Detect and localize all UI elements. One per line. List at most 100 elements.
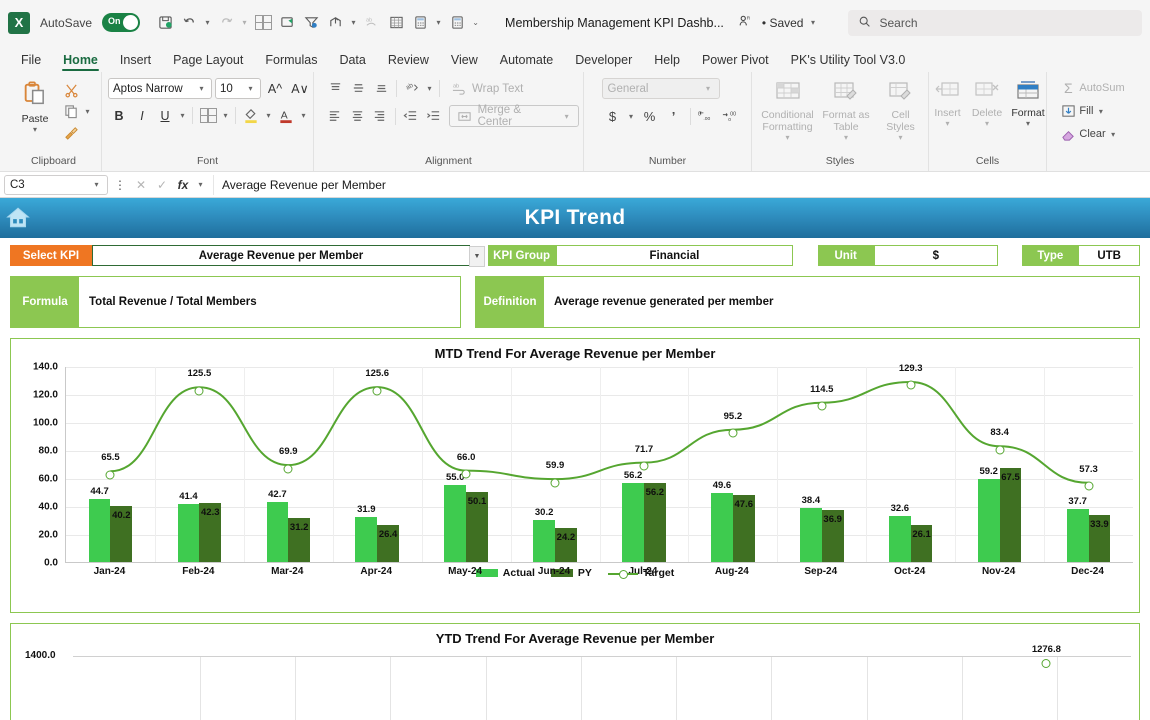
name-box[interactable]: C3 ▾ [4,174,108,195]
table-icon[interactable] [252,12,274,34]
align-left-button[interactable] [324,106,346,127]
currency-format-button[interactable]: $ [602,106,624,126]
conditional-formatting-dropdown-icon[interactable]: ▾ [782,133,793,142]
decrease-decimal-button[interactable]: 00 0 [720,106,742,126]
fill-button[interactable]: Fill ▾ [1057,101,1108,121]
orientation-dropdown-icon[interactable]: ▾ [424,84,435,93]
formula-bar-menu-icon[interactable]: ⋮ [111,178,129,192]
share-icon[interactable] [324,12,346,34]
format-as-table-button[interactable]: Format as Table ▾ [820,78,873,142]
font-size-dropdown-icon[interactable]: ▾ [245,84,256,93]
tab-insert[interactable]: Insert [109,50,162,72]
format-cells-button[interactable]: Format ▾ [1008,78,1048,128]
align-center-button[interactable] [347,106,369,127]
fill-dropdown-icon[interactable]: ▾ [1095,107,1106,116]
formula-bar-content[interactable]: Average Revenue per Member [213,174,1146,195]
align-bottom-button[interactable] [370,78,392,99]
filter-icon[interactable] [300,12,322,34]
cut-button[interactable] [60,80,95,100]
paste-dropdown-icon[interactable]: ▾ [30,125,41,134]
document-title[interactable]: Membership Management KPI Dashb... [505,16,724,30]
tab-automate[interactable]: Automate [489,50,565,72]
saved-status[interactable]: • Saved [762,16,804,30]
font-color-button[interactable]: A [275,105,297,126]
align-middle-button[interactable] [347,78,369,99]
align-top-button[interactable] [324,78,346,99]
tab-formulas[interactable]: Formulas [254,50,328,72]
paste-button[interactable]: Paste ▾ [12,78,58,134]
open-recent-icon[interactable] [276,12,298,34]
tab-home[interactable]: Home [52,50,109,72]
borders-dropdown-icon[interactable]: ▾ [220,111,231,120]
autosum-button[interactable]: Σ AutoSum [1057,78,1126,98]
saved-dropdown-icon[interactable]: ▾ [807,18,818,27]
tab-view[interactable]: View [440,50,489,72]
tab-page-layout[interactable]: Page Layout [162,50,254,72]
chevron-down-icon[interactable]: ▼ [469,246,485,267]
sheet-icon[interactable] [385,12,407,34]
orientation-button[interactable]: ab [401,78,423,99]
select-kpi-dropdown[interactable]: Average Revenue per Member ▼ [92,245,485,267]
formula-bar-expand-icon[interactable]: ▾ [195,180,206,189]
clear-dropdown-icon[interactable]: ▾ [1108,130,1119,139]
align-right-button[interactable] [369,106,391,127]
increase-decimal-button[interactable]: 0.00 [696,106,718,126]
merge-center-button[interactable]: Merge & Center ▾ [448,104,579,128]
increase-indent-button[interactable] [422,106,444,127]
wrap-text-button[interactable]: ab Wrap Text [444,80,523,98]
merge-center-dropdown-icon[interactable]: ▾ [561,112,572,121]
clear-button[interactable]: Clear ▾ [1057,124,1120,144]
percent-format-button[interactable]: % [639,106,661,126]
tab-pk-utility-tool[interactable]: PK's Utility Tool V3.0 [780,50,917,72]
comma-format-button[interactable]: ’ [663,106,685,126]
tab-review[interactable]: Review [377,50,440,72]
tab-developer[interactable]: Developer [564,50,643,72]
currency-dropdown-icon[interactable]: ▾ [626,112,637,121]
undo-dropdown-icon[interactable]: ▾ [202,18,213,27]
fill-color-button[interactable] [240,105,262,126]
shrink-font-button[interactable]: A∨ [289,78,311,99]
insert-function-icon[interactable]: fx [174,178,192,192]
delete-cells-dropdown-icon[interactable]: ▾ [982,119,993,128]
tab-power-pivot[interactable]: Power Pivot [691,50,780,72]
autosave-toggle[interactable]: On [102,13,141,32]
calculator2-icon[interactable] [446,12,468,34]
copy-dropdown-icon[interactable]: ▾ [82,107,93,116]
conditional-formatting-button[interactable]: Conditional Formatting ▾ [760,78,816,142]
format-painter-button[interactable] [60,122,95,142]
number-format-combo[interactable]: General ▾ [601,78,720,99]
font-name-combo[interactable]: Aptos Narrow ▾ [108,78,212,99]
font-name-dropdown-icon[interactable]: ▾ [196,84,207,93]
save-icon[interactable] [154,12,176,34]
font-color-dropdown-icon[interactable]: ▾ [298,111,309,120]
name-box-dropdown-icon[interactable]: ▾ [91,180,102,189]
underline-button[interactable]: U [154,105,176,126]
italic-button[interactable]: I [131,105,153,126]
decrease-indent-button[interactable] [400,106,422,127]
fill-color-dropdown-icon[interactable]: ▾ [263,111,274,120]
borders-button[interactable] [197,105,219,126]
customize-qat-icon[interactable]: ⌄ [470,18,481,27]
search-input[interactable]: Search [848,9,1142,36]
tab-file[interactable]: File [10,50,52,72]
tab-data[interactable]: Data [328,50,376,72]
confirm-edit-icon[interactable]: ✓ [153,178,171,192]
undo-icon[interactable] [178,12,200,34]
copy-button[interactable]: ▾ [60,101,95,121]
insert-cells-dropdown-icon[interactable]: ▾ [942,119,953,128]
calculator-dropdown-icon[interactable]: ▾ [433,18,444,27]
calculator-icon[interactable] [409,12,431,34]
bold-button[interactable]: B [108,105,130,126]
tab-help[interactable]: Help [643,50,691,72]
delete-cells-button[interactable]: Delete ▾ [967,78,1007,128]
number-format-dropdown-icon[interactable]: ▾ [703,84,714,93]
share-dropdown-icon[interactable]: ▾ [348,18,359,27]
cancel-edit-icon[interactable]: ✕ [132,178,150,192]
insert-cells-button[interactable]: Insert ▾ [929,78,966,128]
format-as-table-dropdown-icon[interactable]: ▾ [841,133,852,142]
format-cells-dropdown-icon[interactable]: ▾ [1023,119,1034,128]
underline-dropdown-icon[interactable]: ▾ [177,111,188,120]
grow-font-button[interactable]: A^ [264,78,286,99]
cell-styles-button[interactable]: Cell Styles ▾ [877,78,925,142]
font-size-combo[interactable]: 10 ▾ [215,78,261,99]
